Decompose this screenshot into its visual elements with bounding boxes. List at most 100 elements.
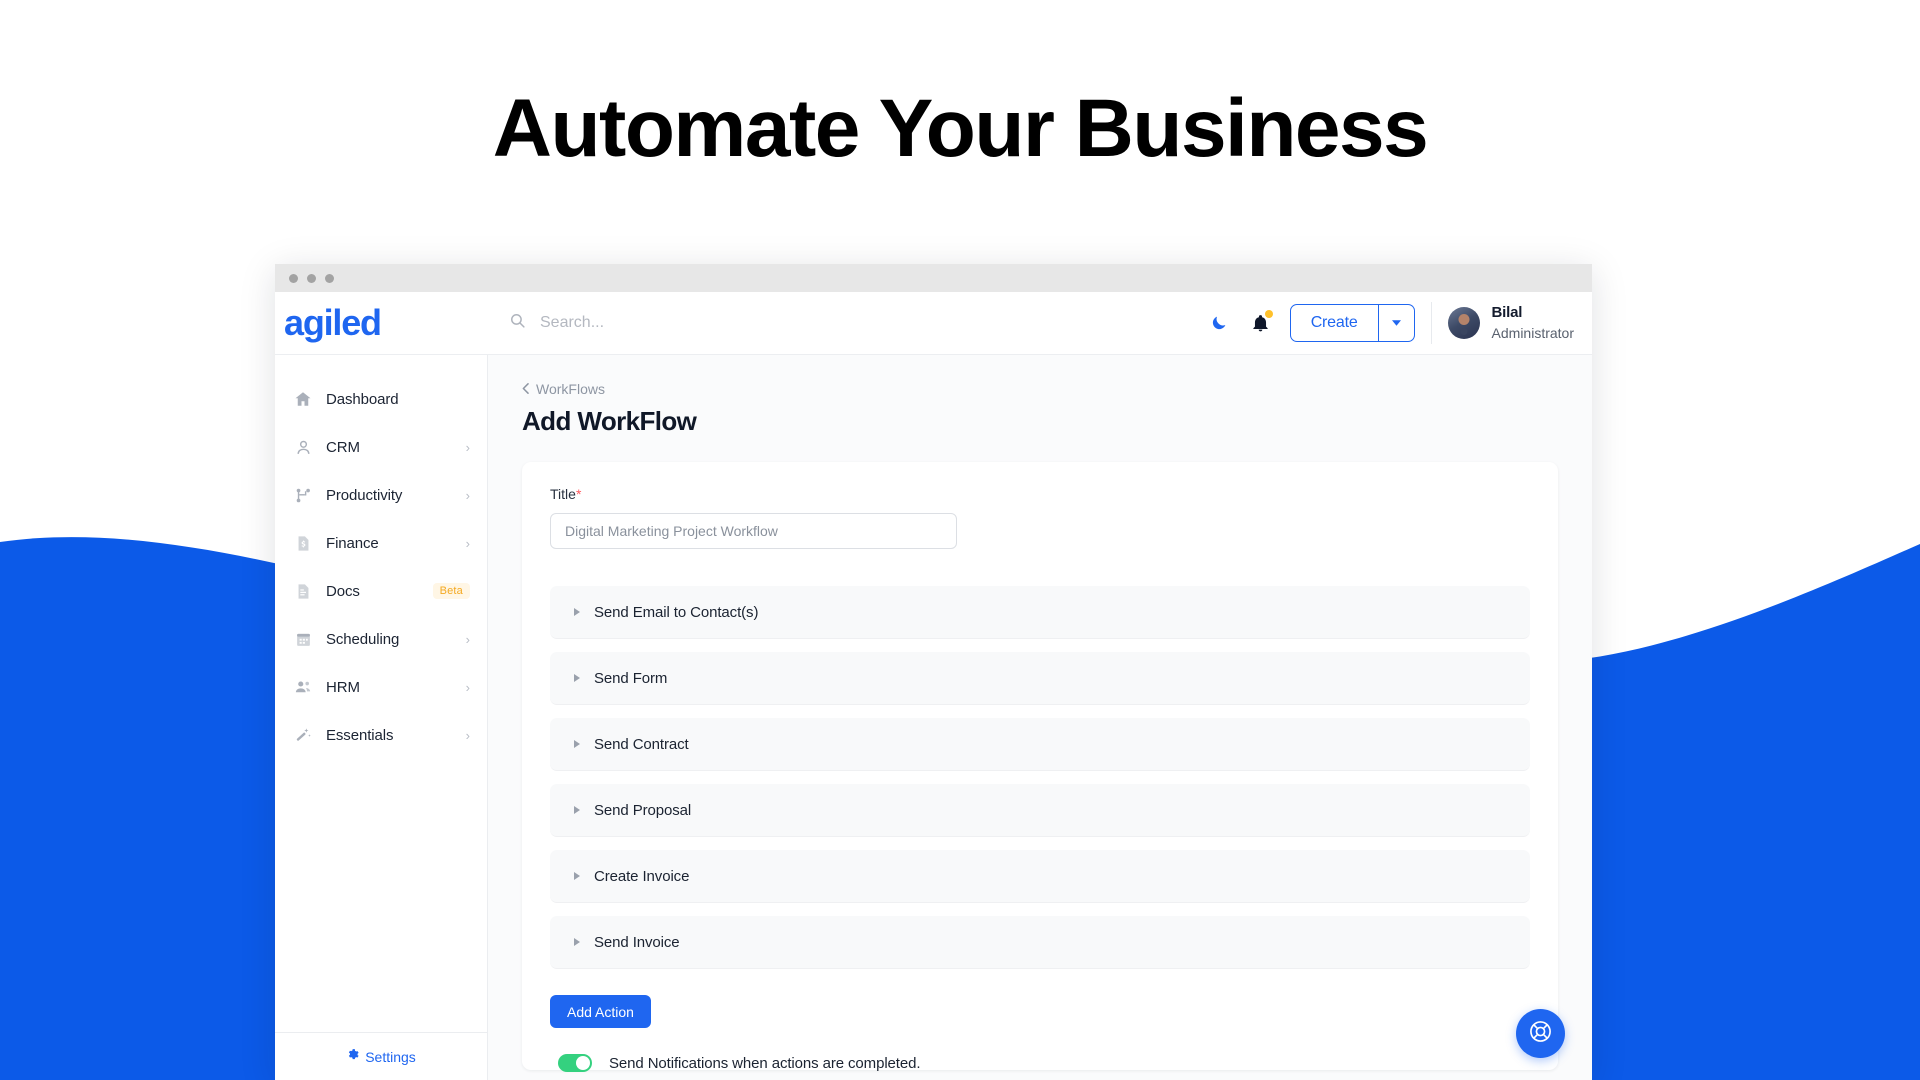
document-icon xyxy=(294,583,312,600)
search-icon xyxy=(509,312,526,334)
action-row-send-invoice[interactable]: Send Invoice xyxy=(550,916,1530,969)
avatar[interactable] xyxy=(1447,307,1480,339)
app-body: Dashboard CRM › Productivity › Finance ›… xyxy=(275,355,1592,1080)
sidebar-item-hrm[interactable]: HRM › xyxy=(275,663,487,711)
chevron-right-icon: › xyxy=(465,727,470,743)
action-label: Create Invoice xyxy=(594,867,690,885)
users-icon xyxy=(294,678,312,696)
user-name: Bilal xyxy=(1491,304,1523,322)
window-close-dot[interactable] xyxy=(289,273,298,283)
row-spacer xyxy=(550,903,1530,916)
create-dropdown-toggle[interactable] xyxy=(1378,304,1415,342)
chevron-right-icon: › xyxy=(465,631,470,647)
search-input[interactable] xyxy=(540,314,840,332)
required-marker: * xyxy=(575,486,582,502)
triangle-right-icon xyxy=(574,674,580,682)
action-row-send-form[interactable]: Send Form xyxy=(550,652,1530,705)
header-actions: Create Bilal Administrator xyxy=(1198,302,1592,344)
magic-wand-icon xyxy=(294,727,312,744)
chevron-right-icon: › xyxy=(465,487,470,503)
app-window: agiled Search... Create Bilal Administra… xyxy=(275,264,1592,1080)
workflow-form-card: Title* Send Email to Contact(s) Send For… xyxy=(522,462,1558,1072)
breadcrumb-label: WorkFlows xyxy=(536,381,605,397)
sidebar: Dashboard CRM › Productivity › Finance ›… xyxy=(275,355,488,1080)
action-label: Send Invoice xyxy=(594,933,680,951)
send-notifications-label: Send Notifications when actions are comp… xyxy=(609,1054,921,1072)
notifications-button[interactable] xyxy=(1240,302,1282,344)
sidebar-item-docs[interactable]: Docs Beta xyxy=(275,567,487,615)
hero-headline: Automate Your Business xyxy=(492,83,1429,174)
page-title: Add WorkFlow xyxy=(522,406,697,436)
dark-mode-toggle[interactable] xyxy=(1198,302,1240,344)
sidebar-nav: Dashboard CRM › Productivity › Finance ›… xyxy=(275,355,487,1032)
sidebar-item-label: Productivity xyxy=(326,486,403,504)
row-spacer xyxy=(550,639,1530,652)
sidebar-item-label: Dashboard xyxy=(326,390,399,408)
action-list: Send Email to Contact(s) Send Form Send … xyxy=(550,586,1530,969)
window-maximize-dot[interactable] xyxy=(325,273,334,283)
settings-link[interactable]: Settings xyxy=(365,1049,416,1065)
notification-unread-dot xyxy=(1264,310,1273,318)
breadcrumb[interactable]: WorkFlows xyxy=(522,381,1558,397)
status-badge-beta: Beta xyxy=(432,583,470,599)
sidebar-item-essentials[interactable]: Essentials › xyxy=(275,711,487,759)
home-icon xyxy=(294,390,312,408)
user-role: Administrator xyxy=(1491,324,1574,341)
action-row-send-proposal[interactable]: Send Proposal xyxy=(550,784,1530,837)
app-header: agiled Search... Create Bilal Administra… xyxy=(275,292,1592,355)
action-label: Send Email to Contact(s) xyxy=(594,603,759,621)
invoice-icon xyxy=(294,535,312,552)
header-divider xyxy=(1430,302,1432,344)
row-spacer xyxy=(550,705,1530,718)
action-row-send-email[interactable]: Send Email to Contact(s) xyxy=(550,586,1530,639)
sidebar-item-label: CRM xyxy=(326,438,360,456)
user-icon xyxy=(294,439,312,456)
row-spacer xyxy=(550,837,1530,850)
title-field-label: Title* xyxy=(550,486,1530,502)
triangle-right-icon xyxy=(574,740,580,748)
sidebar-item-label: Finance xyxy=(326,534,379,552)
sidebar-item-scheduling[interactable]: Scheduling › xyxy=(275,615,487,663)
sidebar-footer: Settings xyxy=(275,1032,487,1080)
sidebar-item-crm[interactable]: CRM › xyxy=(275,423,487,471)
action-label: Send Form xyxy=(594,669,668,687)
sidebar-item-productivity[interactable]: Productivity › xyxy=(275,471,487,519)
user-info[interactable]: Bilal Administrator xyxy=(1492,303,1574,342)
action-label: Send Contract xyxy=(594,735,689,753)
window-titlebar xyxy=(275,264,1592,292)
workflow-title-input[interactable] xyxy=(550,513,957,549)
life-ring-icon xyxy=(1528,1019,1553,1049)
sidebar-item-finance[interactable]: Finance › xyxy=(275,519,487,567)
chevron-right-icon: › xyxy=(465,535,470,551)
triangle-right-icon xyxy=(574,872,580,880)
chevron-right-icon: › xyxy=(465,439,470,455)
sidebar-item-dashboard[interactable]: Dashboard xyxy=(275,375,487,423)
main-content: WorkFlows Add WorkFlow Title* Send Email… xyxy=(488,355,1592,1080)
create-button[interactable]: Create xyxy=(1289,304,1379,342)
triangle-right-icon xyxy=(574,608,580,616)
row-spacer xyxy=(550,771,1530,784)
sidebar-item-label: Essentials xyxy=(326,726,394,744)
sidebar-item-label: Scheduling xyxy=(326,630,400,648)
window-minimize-dot[interactable] xyxy=(307,273,316,283)
logo-agiled[interactable]: agiled xyxy=(275,305,479,341)
chevron-left-icon xyxy=(522,381,529,397)
notifications-row: Send Notifications when actions are comp… xyxy=(550,1054,1530,1072)
action-row-create-invoice[interactable]: Create Invoice xyxy=(550,850,1530,903)
gear-icon xyxy=(346,1048,359,1066)
help-support-button[interactable] xyxy=(1516,1009,1565,1058)
add-action-button[interactable]: Add Action xyxy=(550,995,651,1028)
search-container xyxy=(509,312,1198,334)
create-button-group: Create xyxy=(1289,304,1415,342)
action-row-send-contract[interactable]: Send Contract xyxy=(550,718,1530,771)
sidebar-item-label: HRM xyxy=(326,678,360,696)
calendar-icon xyxy=(294,631,312,648)
chevron-right-icon: › xyxy=(465,679,470,695)
sitemap-icon xyxy=(294,487,312,504)
send-notifications-toggle[interactable] xyxy=(558,1054,592,1072)
action-label: Send Proposal xyxy=(594,801,692,819)
title-label-text: Title xyxy=(550,486,576,502)
page-root: Automate Your Business agiled Search... … xyxy=(0,0,1920,1080)
sidebar-item-label: Docs xyxy=(326,582,360,600)
triangle-right-icon xyxy=(574,938,580,946)
